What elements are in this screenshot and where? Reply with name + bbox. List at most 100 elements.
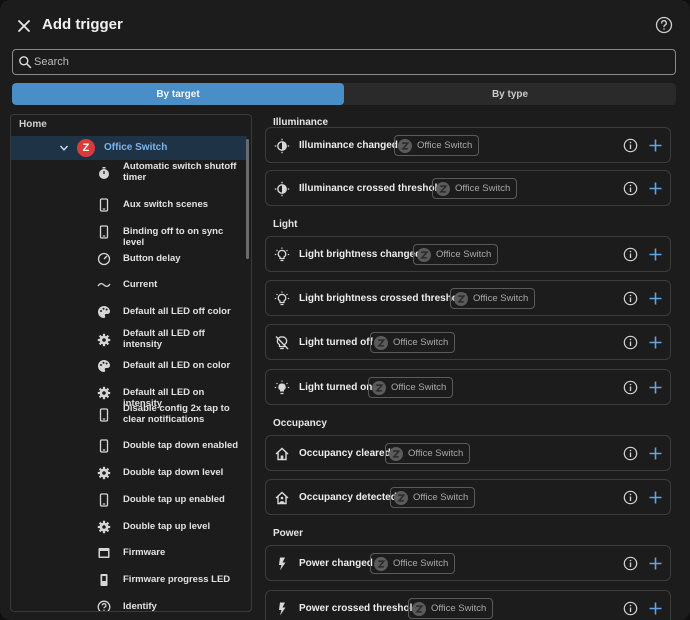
target-chip: Office Switch <box>370 332 456 353</box>
tree-item[interactable]: Aux switch scenes <box>11 193 247 217</box>
info-icon[interactable] <box>623 138 638 153</box>
tree-item[interactable]: Double tap down enabled <box>11 434 247 458</box>
target-type-toggle: By target By type <box>12 83 676 105</box>
add-icon[interactable] <box>648 446 663 461</box>
tree-scrollbar[interactable] <box>246 139 249 259</box>
tree-item[interactable]: Button delay <box>11 247 247 271</box>
device-chip-icon <box>412 601 426 616</box>
tree-item[interactable]: Default all LED off color <box>11 300 247 324</box>
chip-label: Office Switch <box>455 183 511 194</box>
info-icon[interactable] <box>623 335 638 350</box>
trigger-card[interactable]: Light brightness changed Office Switch <box>265 236 671 272</box>
trigger-card[interactable]: Power crossed threshold Office Switch <box>265 590 671 620</box>
tree-item-label: Binding off to on sync level <box>123 226 224 248</box>
tree-item[interactable]: Current <box>11 273 247 297</box>
device-chip-icon <box>454 291 468 306</box>
flash-icon <box>274 601 290 617</box>
chip-label: Office Switch <box>391 382 447 393</box>
device-chip-icon <box>436 181 450 196</box>
trigger-label: Occupancy cleared <box>299 448 391 459</box>
trigger-card[interactable]: Illuminance changed Office Switch <box>265 127 671 163</box>
tree-device-office-switch[interactable]: Z Office Switch <box>11 136 247 160</box>
add-icon[interactable] <box>648 181 663 196</box>
trigger-label: Illuminance changed <box>299 140 398 151</box>
tree-item[interactable]: Firmware <box>11 541 247 565</box>
target-chip: Office Switch <box>385 443 471 464</box>
info-icon[interactable] <box>623 380 638 395</box>
trigger-label: Light turned off <box>299 337 373 348</box>
trigger-card[interactable]: Light turned on Office Switch <box>265 369 671 405</box>
info-icon[interactable] <box>623 490 638 505</box>
bulb-on-icon <box>274 380 290 396</box>
info-icon[interactable] <box>623 556 638 571</box>
tab-by-type[interactable]: By type <box>344 83 676 105</box>
palette-icon <box>97 359 111 373</box>
chip-label: Office Switch <box>408 448 464 459</box>
tree-item[interactable]: Default all LED on color <box>11 354 247 378</box>
tree-item-label: Default all LED on color <box>123 360 231 371</box>
add-icon[interactable] <box>648 335 663 350</box>
target-chip: Office Switch <box>390 487 476 508</box>
tree-item[interactable]: Disable config 2x tap to clear notificat… <box>11 402 247 428</box>
trigger-label: Light turned on <box>299 382 373 393</box>
search-field[interactable] <box>12 49 676 75</box>
close-icon[interactable] <box>13 15 35 37</box>
tree-item[interactable]: Identify <box>11 595 247 611</box>
info-icon[interactable] <box>623 291 638 306</box>
phone-icon <box>97 439 111 453</box>
gauge-icon <box>97 252 111 266</box>
device-chip-icon <box>417 247 431 262</box>
home-outline-icon <box>274 446 290 462</box>
section-header: Power <box>273 528 304 539</box>
info-icon[interactable] <box>623 247 638 262</box>
add-icon[interactable] <box>648 556 663 571</box>
target-chip: Office Switch <box>450 288 536 309</box>
tree-item[interactable]: Binding off to on sync level <box>11 220 247 248</box>
trigger-card[interactable]: Power changed Office Switch <box>265 545 671 581</box>
help-circle-icon[interactable] <box>655 16 673 34</box>
tree-item[interactable]: Double tap up enabled <box>11 488 247 512</box>
device-chip-icon <box>394 490 408 505</box>
tree-item[interactable]: Default all LED off intensity <box>11 327 247 353</box>
device-chip-icon <box>389 446 403 461</box>
device-chip-icon <box>372 380 386 395</box>
trigger-label: Light brightness changed <box>299 249 422 260</box>
info-icon[interactable] <box>623 181 638 196</box>
add-icon[interactable] <box>648 490 663 505</box>
timer-icon <box>97 166 111 180</box>
trigger-label: Power changed <box>299 558 373 569</box>
tree-item-label: Current <box>123 279 158 290</box>
phone-icon <box>97 408 111 422</box>
trigger-card[interactable]: Illuminance crossed threshold Office Swit… <box>265 170 671 206</box>
info-icon[interactable] <box>623 446 638 461</box>
chip-label: Office Switch <box>417 140 473 151</box>
section-header: Occupancy <box>273 418 327 429</box>
add-icon[interactable] <box>648 380 663 395</box>
bulb-icon <box>274 247 290 263</box>
search-input[interactable] <box>34 50 654 74</box>
tree-item[interactable]: Double tap up level <box>11 515 247 539</box>
device-chip-icon <box>374 556 388 571</box>
add-icon[interactable] <box>648 247 663 262</box>
trigger-card[interactable]: Light turned off Office Switch <box>265 324 671 360</box>
tab-by-target[interactable]: By target <box>12 83 344 105</box>
add-icon[interactable] <box>648 291 663 306</box>
info-icon[interactable] <box>623 601 638 616</box>
device-chip-icon <box>374 335 388 350</box>
target-chip: Office Switch <box>413 244 499 265</box>
trigger-card[interactable]: Occupancy detected Office Switch <box>265 479 671 515</box>
flash-icon <box>274 556 290 572</box>
chevron-down-icon[interactable] <box>59 143 69 153</box>
tree-item[interactable]: Double tap down level <box>11 461 247 485</box>
tree-item[interactable]: Automatic switch shutoff timer <box>11 160 247 186</box>
target-chip: Office Switch <box>394 135 480 156</box>
tree-item[interactable]: Firmware progress LED <box>11 568 247 592</box>
add-icon[interactable] <box>648 138 663 153</box>
trigger-card[interactable]: Occupancy cleared Office Switch <box>265 435 671 471</box>
trigger-card[interactable]: Light brightness crossed threshold Office… <box>265 280 671 316</box>
tree-home-label[interactable]: Home <box>19 119 47 130</box>
add-icon[interactable] <box>648 601 663 616</box>
trigger-label: Power crossed threshold <box>299 603 419 614</box>
phone-icon <box>97 493 111 507</box>
zwave-logo-icon: Z <box>77 139 95 157</box>
